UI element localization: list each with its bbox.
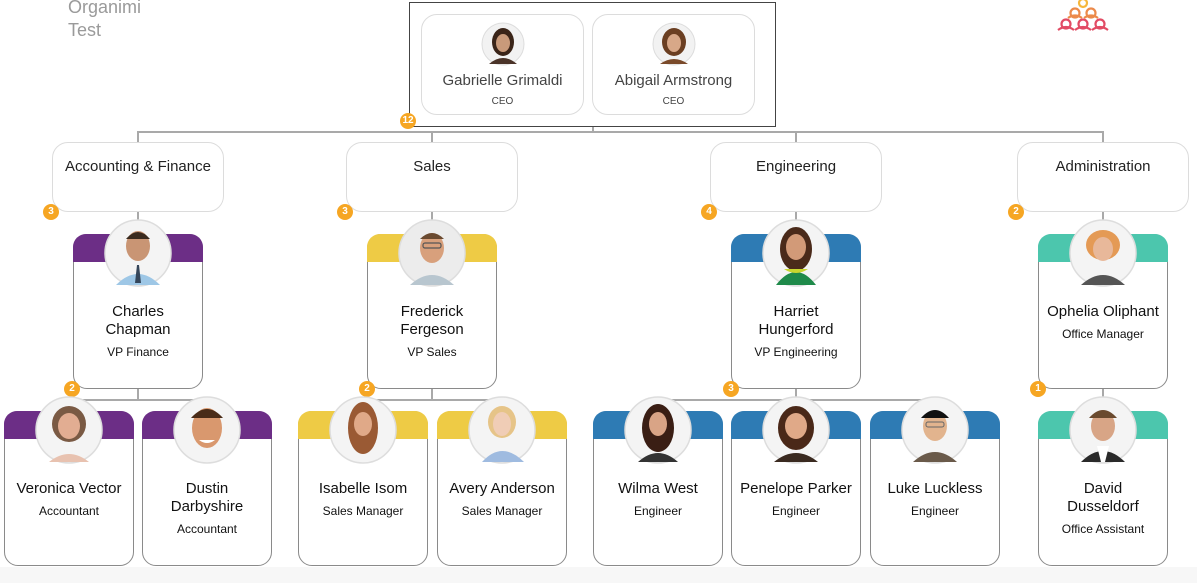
department-name: Administration <box>1055 158 1151 175</box>
person-card-vp-engineering[interactable]: Harriet Hungerford VP Engineering <box>731 219 861 389</box>
person-card-ceo-1[interactable]: Gabrielle Grimaldi CEO <box>421 14 584 115</box>
person-title: Engineer <box>771 504 821 518</box>
chart-title-line2: Test <box>68 20 102 40</box>
person-name-line2: Hungerford <box>758 321 834 338</box>
chart-title-line1: Organimi <box>68 0 142 17</box>
person-title: Office Manager <box>1062 327 1144 341</box>
avatar <box>762 396 830 464</box>
person-title: Engineer <box>633 504 683 518</box>
department-count-badge[interactable]: 2 <box>1008 204 1024 220</box>
department-name: Sales <box>413 158 451 175</box>
person-title: Sales Manager <box>322 504 404 518</box>
person-card-office-assistant[interactable]: David Dusseldorf Office Assistant <box>1038 396 1168 566</box>
person-name-line2: Chapman <box>105 321 171 338</box>
person-name-line1: Wilma West <box>618 480 698 497</box>
avatar <box>104 219 172 287</box>
avatar <box>1069 219 1137 287</box>
person-title: Sales Manager <box>461 504 543 518</box>
person-name: Abigail Armstrong <box>614 72 733 89</box>
person-card-engineer-2[interactable]: Penelope Parker Engineer <box>731 396 861 566</box>
person-title: Accountant <box>38 504 100 518</box>
person-title: VP Engineering <box>754 345 838 359</box>
avatar <box>35 396 103 464</box>
department-accounting-finance[interactable]: Accounting & Finance <box>52 142 224 212</box>
department-administration[interactable]: Administration <box>1017 142 1189 212</box>
person-card-sales-manager-1[interactable]: Isabelle Isom Sales Manager <box>298 396 428 566</box>
person-name: Gabrielle Grimaldi <box>442 72 563 89</box>
canvas-footer <box>0 567 1197 583</box>
direct-reports-count-badge[interactable]: 1 <box>1030 381 1046 397</box>
person-name-line1: Harriet <box>773 303 819 320</box>
avatar <box>468 396 536 464</box>
person-card-accountant-1[interactable]: Veronica Vector Accountant <box>4 396 134 566</box>
chart-title: Organimi Test <box>68 0 141 42</box>
person-title: CEO <box>662 96 685 107</box>
person-name-line1: Avery Anderson <box>449 480 555 497</box>
person-card-accountant-2[interactable]: Dustin Darbyshire Accountant <box>142 396 272 566</box>
root-children-count-badge[interactable]: 12 <box>400 113 416 129</box>
person-card-vp-finance[interactable]: Charles Chapman VP Finance <box>73 219 203 389</box>
avatar <box>1069 396 1137 464</box>
person-title: Accountant <box>176 522 238 536</box>
person-name-line2: Fergeson <box>400 321 464 338</box>
avatar <box>398 219 466 287</box>
person-name-line1: David <box>1083 480 1123 497</box>
person-title: Office Assistant <box>1061 522 1145 536</box>
person-card-ceo-2[interactable]: Abigail Armstrong CEO <box>592 14 755 115</box>
avatar <box>652 22 696 66</box>
person-title: VP Finance <box>107 345 169 359</box>
person-name-line1: Dustin <box>185 480 229 497</box>
avatar <box>624 396 692 464</box>
department-name: Engineering <box>755 158 837 175</box>
department-count-badge[interactable]: 4 <box>701 204 717 220</box>
person-name-line1: Isabelle Isom <box>318 480 408 497</box>
connector-dept-horizontal <box>137 131 1104 133</box>
avatar <box>329 396 397 464</box>
direct-reports-count-badge[interactable]: 2 <box>64 381 80 397</box>
person-name-line1: Penelope Parker <box>740 480 852 497</box>
person-card-sales-manager-2[interactable]: Avery Anderson Sales Manager <box>437 396 567 566</box>
person-name-line1: Charles <box>112 303 164 320</box>
person-card-engineer-3[interactable]: Luke Luckless Engineer <box>870 396 1000 566</box>
person-title: CEO <box>491 96 514 107</box>
person-name-line1: Frederick <box>400 303 464 320</box>
person-card-engineer-1[interactable]: Wilma West Engineer <box>593 396 723 566</box>
department-name: Accounting & Finance <box>65 158 211 175</box>
person-name-line1: Ophelia Oliphant <box>1047 303 1159 320</box>
person-card-office-manager[interactable]: Ophelia Oliphant Office Manager <box>1038 219 1168 389</box>
avatar <box>762 219 830 287</box>
person-name-line1: Luke Luckless <box>887 480 983 497</box>
root-position-group[interactable]: Gabrielle Grimaldi CEO Abigail Armstrong… <box>409 2 776 127</box>
department-sales[interactable]: Sales <box>346 142 518 212</box>
department-count-badge[interactable]: 3 <box>43 204 59 220</box>
person-name-line1: Veronica Vector <box>16 480 122 497</box>
organimi-logo-icon[interactable] <box>1052 0 1114 34</box>
person-title: Engineer <box>910 504 960 518</box>
person-title: VP Sales <box>407 345 457 359</box>
person-name-line2: Darbyshire <box>170 498 244 515</box>
department-engineering[interactable]: Engineering <box>710 142 882 212</box>
avatar <box>481 22 525 66</box>
avatar <box>173 396 241 464</box>
direct-reports-count-badge[interactable]: 2 <box>359 381 375 397</box>
person-card-vp-sales[interactable]: Frederick Fergeson VP Sales <box>367 219 497 389</box>
direct-reports-count-badge[interactable]: 3 <box>723 381 739 397</box>
person-name-line2: Dusseldorf <box>1067 498 1139 515</box>
avatar <box>901 396 969 464</box>
department-count-badge[interactable]: 3 <box>337 204 353 220</box>
